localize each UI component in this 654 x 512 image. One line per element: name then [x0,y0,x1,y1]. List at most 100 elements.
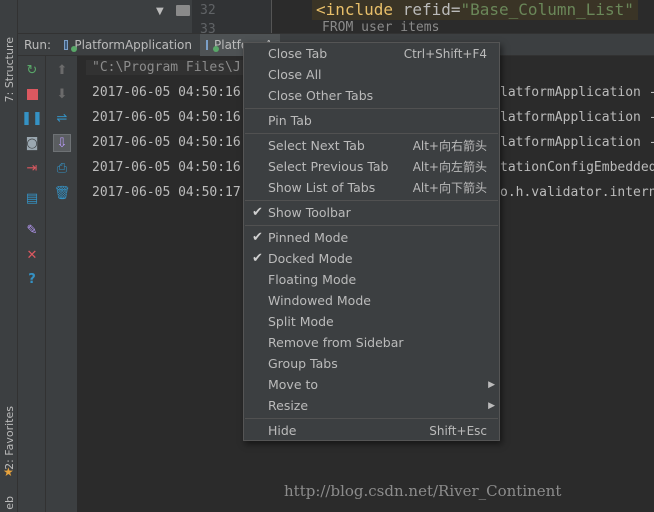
code-line: FROM user_items [322,20,440,33]
run-toolbar-primary: ↻ ❚❚ ◙ ⇥ ▤ ✎ ✕ ? [18,56,46,512]
menu-item-windowed-mode[interactable]: Windowed Mode [244,290,499,311]
stop-icon[interactable] [23,85,41,103]
menu-item-shortcut: Shift+Esc [429,423,487,438]
favorites-star-icon: ★ [3,465,14,479]
menu-item-label: Select Next Tab [268,138,365,153]
console-line-tail: latformApplication - [500,85,654,100]
menu-item-label: Move to [268,377,319,392]
menu-item-label: Docked Mode [268,251,353,266]
run-tab-platform-application[interactable]: PlatformApplication [58,34,198,56]
menu-item-floating-mode[interactable]: Floating Mode [244,269,499,290]
menu-item-resize[interactable]: Resize ▶ [244,395,499,416]
menu-separator [245,200,498,201]
web-tab-label: eb [2,496,16,510]
down-arrow-icon[interactable]: ⬇ [53,85,71,103]
menu-item-label: Close Tab [268,46,328,61]
menu-item-show-toolbar[interactable]: ✔ Show Toolbar [244,202,499,223]
menu-item-hide[interactable]: Hide Shift+Esc [244,420,499,441]
submenu-arrow-icon: ▶ [488,379,495,390]
menu-item-show-list-of-tabs[interactable]: Show List of Tabs Alt+向下箭头 [244,177,499,198]
print-icon[interactable]: ⎙ [53,159,71,177]
menu-separator [245,225,498,226]
menu-item-select-previous-tab[interactable]: Select Previous Tab Alt+向左箭头 [244,156,499,177]
menu-item-label: Show List of Tabs [268,180,376,195]
menu-separator [245,108,498,109]
submenu-arrow-icon: ▶ [488,400,495,411]
menu-item-shortcut: Alt+向左箭头 [412,160,487,174]
menu-item-move-to[interactable]: Move to ▶ [244,374,499,395]
console-line: 2017-06-05 04:50:17 [92,185,241,200]
checkmark-icon: ✔ [252,230,263,245]
run-toolbar-secondary: ⬆ ⬇ ⇌ ⇩ ⎙ 🗑 [46,56,78,512]
tree-expand-arrow-icon[interactable]: ▼ [156,6,164,17]
trash-icon[interactable]: 🗑 [53,184,71,202]
menu-item-label: Select Previous Tab [268,159,389,174]
menu-item-group-tabs[interactable]: Group Tabs [244,353,499,374]
up-arrow-icon[interactable]: ⬆ [53,61,71,79]
menu-item-close-all[interactable]: Close All [244,64,499,85]
line-number: 32 [200,3,216,18]
menu-item-split-mode[interactable]: Split Mode [244,311,499,332]
left-tool-stripe: 7: Structure 2: Favorites ★ eb [0,0,18,512]
run-tab-label: PlatformApplication [74,38,192,52]
console-line: 2017-06-05 04:50:16 [92,160,241,175]
console-line-tail: tationConfigEmbedded [500,160,654,175]
menu-item-shortcut: Alt+向下箭头 [412,181,487,195]
checkmark-icon: ✔ [252,251,263,266]
help-icon[interactable]: ? [23,270,41,288]
menu-item-label: Floating Mode [268,272,357,287]
exit-icon[interactable]: ⇥ [23,159,41,177]
run-config-icon [206,40,219,52]
menu-item-label: Remove from Sidebar [268,335,404,350]
camera-icon[interactable]: ◙ [23,134,41,152]
run-label: Run: [24,38,52,52]
menu-item-docked-mode[interactable]: ✔ Docked Mode [244,248,499,269]
editor-gutter: 32 33 [192,0,272,37]
close-icon[interactable]: ✕ [23,246,41,264]
run-config-icon [64,40,79,52]
menu-item-label: Show Toolbar [268,205,351,220]
console-line: 2017-06-05 04:50:16 [92,110,241,125]
console-line-tail: latformApplication - [500,135,654,150]
menu-separator [245,418,498,419]
code-editor[interactable]: <include refid="Base_Column_List" FROM u… [272,0,654,33]
code-line-highlighted: <include refid="Base_Column_List" [312,0,638,20]
structure-tab-label: 7: Structure [2,37,16,103]
menu-separator [245,133,498,134]
menu-item-close-other-tabs[interactable]: Close Other Tabs [244,85,499,106]
code-tag: <include [316,0,394,19]
menu-item-label: Group Tabs [268,356,338,371]
menu-item-label: Windowed Mode [268,293,371,308]
soft-wrap-icon[interactable]: ⇌ [53,109,71,127]
menu-item-label: Resize [268,398,309,413]
menu-item-pinned-mode[interactable]: ✔ Pinned Mode [244,227,499,248]
web-tool-tab[interactable]: eb [0,494,18,512]
console-line-tail: o.h.validator.intern [500,185,654,200]
menu-item-pin-tab[interactable]: Pin Tab [244,110,499,131]
favorites-tab-label: 2: Favorites [2,406,16,470]
menu-item-shortcut: Alt+向右箭头 [412,139,487,153]
menu-item-select-next-tab[interactable]: Select Next Tab Alt+向右箭头 [244,135,499,156]
pin-icon[interactable]: ✎ [23,221,41,239]
menu-item-label: Split Mode [268,314,334,329]
menu-item-label: Pinned Mode [268,230,349,245]
menu-item-remove-from-sidebar[interactable]: Remove from Sidebar [244,332,499,353]
checkmark-icon: ✔ [252,205,263,220]
menu-item-close-tab[interactable]: Close Tab Ctrl+Shift+F4 [244,43,499,64]
layout-icon[interactable]: ▤ [23,189,41,207]
console-line: 2017-06-05 04:50:16 [92,85,241,100]
console-line: 2017-06-05 04:50:16 [92,135,241,150]
rerun-icon[interactable]: ↻ [23,61,41,79]
menu-item-label: Close Other Tabs [268,88,374,103]
folder-icon [176,5,190,16]
menu-item-label: Pin Tab [268,113,312,128]
pause-icon[interactable]: ❚❚ [21,109,43,127]
menu-item-shortcut: Ctrl+Shift+F4 [403,46,487,61]
code-attribute: refid= [393,0,461,19]
code-value: "Base_Column_List" [460,0,634,19]
structure-tool-tab[interactable]: 7: Structure [0,30,18,110]
console-line-tail: latformApplication - [500,110,654,125]
scroll-to-end-icon[interactable]: ⇩ [53,134,71,152]
menu-item-label: Hide [268,423,297,438]
console-command-line: "C:\Program Files\J [86,60,247,75]
